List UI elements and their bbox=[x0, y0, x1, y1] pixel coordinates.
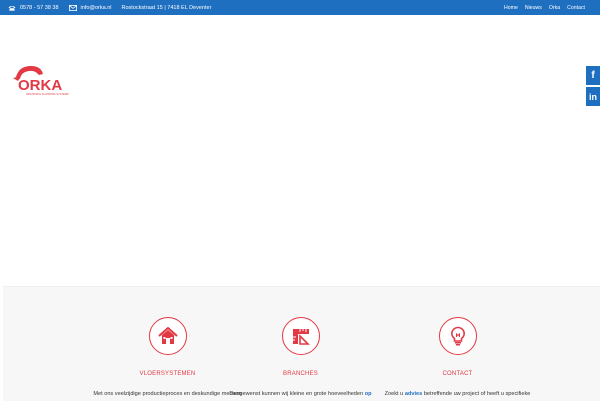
phone-icon bbox=[8, 5, 16, 11]
nav-contact[interactable]: Contact bbox=[567, 5, 585, 11]
feature-title: CONTACT bbox=[442, 371, 473, 377]
feature-text: Desgewenst kunnen wij kleine en grote ho… bbox=[229, 391, 372, 397]
phone-info[interactable]: 0578 - 57 38 38 bbox=[8, 5, 59, 11]
logo-name: ORKA bbox=[18, 77, 62, 94]
envelope-icon bbox=[68, 4, 77, 11]
email-info[interactable]: info@orka.nl bbox=[68, 4, 112, 11]
feature-title: BRANCHES bbox=[283, 371, 318, 377]
feature-icon-circle bbox=[281, 317, 320, 355]
feature-link[interactable]: op bbox=[365, 391, 372, 397]
nav-nieuws[interactable]: Nieuws bbox=[525, 5, 542, 11]
nav-orka[interactable]: Orka bbox=[549, 5, 560, 11]
feature-link[interactable]: advies bbox=[405, 391, 422, 397]
feature-branches[interactable]: BRANCHES Desgewenst kunnen wij kleine en… bbox=[218, 317, 383, 398]
feature-text: Zoekt u advies betreffende uw project of… bbox=[384, 391, 531, 397]
feature-icon-circle bbox=[148, 317, 187, 355]
email-address: info@orka.nl bbox=[80, 4, 112, 11]
facebook-icon: f bbox=[591, 70, 595, 81]
feature-contact[interactable]: CONTACT Zoekt u advies betreffende uw pr… bbox=[375, 317, 540, 398]
features-section: VLOERSYSTEMEN Met ons veelzijdige produc… bbox=[3, 286, 600, 401]
main-nav: Home Nieuws Orka Contact bbox=[497, 0, 585, 15]
contact-info: 0578 - 57 38 38 info@orka.nl Rostockstra… bbox=[8, 0, 211, 15]
feature-icon-circle bbox=[438, 317, 477, 355]
top-bar: 0578 - 57 38 38 info@orka.nl Rostockstra… bbox=[0, 0, 600, 15]
orka-logo[interactable]: ORKA INDUSTRIAL FLOORING SYSTEMS bbox=[9, 62, 71, 98]
house-icon bbox=[157, 327, 178, 344]
facebook-button[interactable]: f bbox=[586, 66, 600, 85]
phone-number: 0578 - 57 38 38 bbox=[20, 4, 59, 11]
ruler-icon bbox=[292, 329, 310, 345]
linkedin-button[interactable]: in bbox=[586, 87, 600, 106]
logo-tagline: INDUSTRIAL FLOORING SYSTEMS bbox=[26, 92, 69, 96]
street-address: Rostockstraat 15 | 7418 EL Deventer bbox=[121, 4, 212, 11]
lightbulb-icon bbox=[450, 326, 465, 346]
nav-home[interactable]: Home bbox=[504, 5, 518, 11]
linkedin-icon: in bbox=[589, 91, 597, 102]
